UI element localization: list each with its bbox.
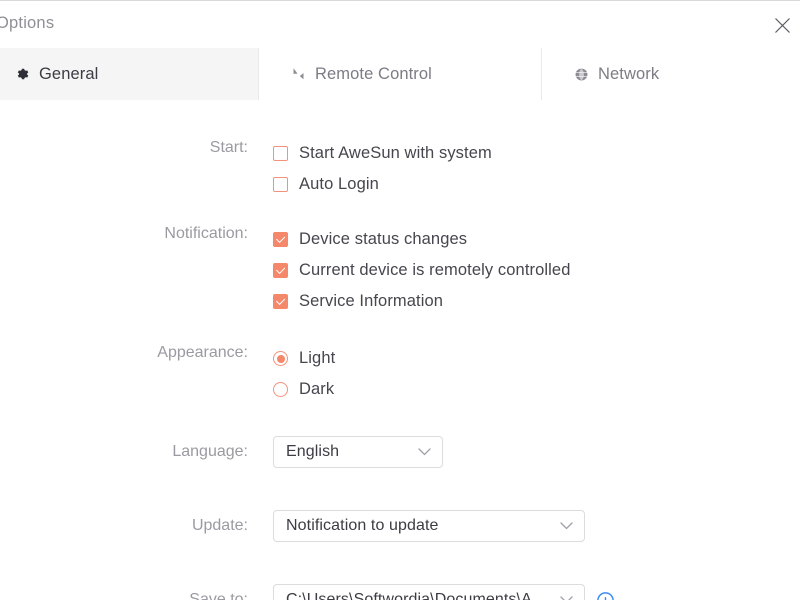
row-update: Update: Notification to update <box>0 510 800 542</box>
checkbox-service-information[interactable]: Service Information <box>273 286 570 317</box>
close-button[interactable] <box>766 10 798 40</box>
checkbox-device-status-changes[interactable]: Device status changes <box>273 224 570 255</box>
appearance-options: Light Dark <box>273 343 335 405</box>
checkbox-checked-icon <box>273 232 288 247</box>
language-label: Language: <box>0 442 248 462</box>
checkbox-start-awesun-with-system-label: Start AweSun with system <box>299 144 492 163</box>
chevron-down-icon <box>560 596 573 600</box>
radio-appearance-dark[interactable]: Dark <box>273 374 335 405</box>
radio-appearance-light-label: Light <box>299 349 335 368</box>
tab-general[interactable]: General <box>0 48 259 100</box>
update-field: Notification to update <box>273 510 585 542</box>
radio-appearance-light[interactable]: Light <box>273 343 335 374</box>
title-bar: Options <box>0 0 800 48</box>
tab-network-label: Network <box>598 65 659 84</box>
row-language: Language: English <box>0 436 800 468</box>
cursor-pointer-icon <box>290 66 306 82</box>
checkbox-checked-icon <box>273 294 288 309</box>
row-start: Start: Start AweSun with system Auto Log… <box>0 138 800 200</box>
language-select[interactable]: English <box>273 436 443 468</box>
language-select-value: English <box>286 443 339 461</box>
close-icon <box>774 17 791 34</box>
window-title: Options <box>0 14 54 33</box>
globe-icon <box>573 66 589 82</box>
save-path-select[interactable]: C:\Users\Softwordia\Documents\A <box>273 584 585 600</box>
radio-selected-icon <box>273 351 288 366</box>
checkbox-unchecked-icon <box>273 177 288 192</box>
tab-bar: General Remote Control Network <box>0 48 800 100</box>
checkbox-current-device-remotely-controlled-label: Current device is remotely controlled <box>299 261 570 280</box>
tab-remote-control-label: Remote Control <box>315 65 432 84</box>
checkbox-auto-login[interactable]: Auto Login <box>273 169 492 200</box>
save-path-field: C:\Users\Softwordia\Documents\A <box>273 584 614 600</box>
checkbox-service-information-label: Service Information <box>299 292 443 311</box>
options-window: Options General <box>0 0 800 600</box>
update-select-value: Notification to update <box>286 517 439 535</box>
gear-icon <box>14 66 30 82</box>
checkbox-current-device-remotely-controlled[interactable]: Current device is remotely controlled <box>273 255 570 286</box>
tab-general-label: General <box>39 65 98 84</box>
save-path-label: Save to: <box>0 590 248 600</box>
notification-label: Notification: <box>0 224 248 244</box>
options-general-panel: Start: Start AweSun with system Auto Log… <box>0 100 800 600</box>
appearance-label: Appearance: <box>0 343 248 363</box>
checkbox-unchecked-icon <box>273 146 288 161</box>
start-label: Start: <box>0 138 248 158</box>
row-save-path: Save to: C:\Users\Softwordia\Documents\A <box>0 584 800 600</box>
language-field: English <box>273 436 443 468</box>
notification-options: Device status changes Current device is … <box>273 224 570 317</box>
checkbox-device-status-changes-label: Device status changes <box>299 230 467 249</box>
radio-unselected-icon <box>273 382 288 397</box>
checkbox-auto-login-label: Auto Login <box>299 175 379 194</box>
row-notification: Notification: Device status changes Curr… <box>0 224 800 317</box>
save-path-controls: C:\Users\Softwordia\Documents\A <box>273 584 614 600</box>
chevron-down-icon <box>560 522 573 530</box>
start-options: Start AweSun with system Auto Login <box>273 138 492 200</box>
chevron-down-icon <box>418 448 431 456</box>
save-path-value: C:\Users\Softwordia\Documents\A <box>286 591 532 600</box>
folder-browse-icon[interactable] <box>597 592 614 600</box>
tab-remote-control[interactable]: Remote Control <box>259 48 542 100</box>
tab-network[interactable]: Network <box>542 48 800 100</box>
update-label: Update: <box>0 516 248 536</box>
checkbox-start-awesun-with-system[interactable]: Start AweSun with system <box>273 138 492 169</box>
update-select[interactable]: Notification to update <box>273 510 585 542</box>
radio-appearance-dark-label: Dark <box>299 380 334 399</box>
checkbox-checked-icon <box>273 263 288 278</box>
row-appearance: Appearance: Light Dark <box>0 343 800 405</box>
